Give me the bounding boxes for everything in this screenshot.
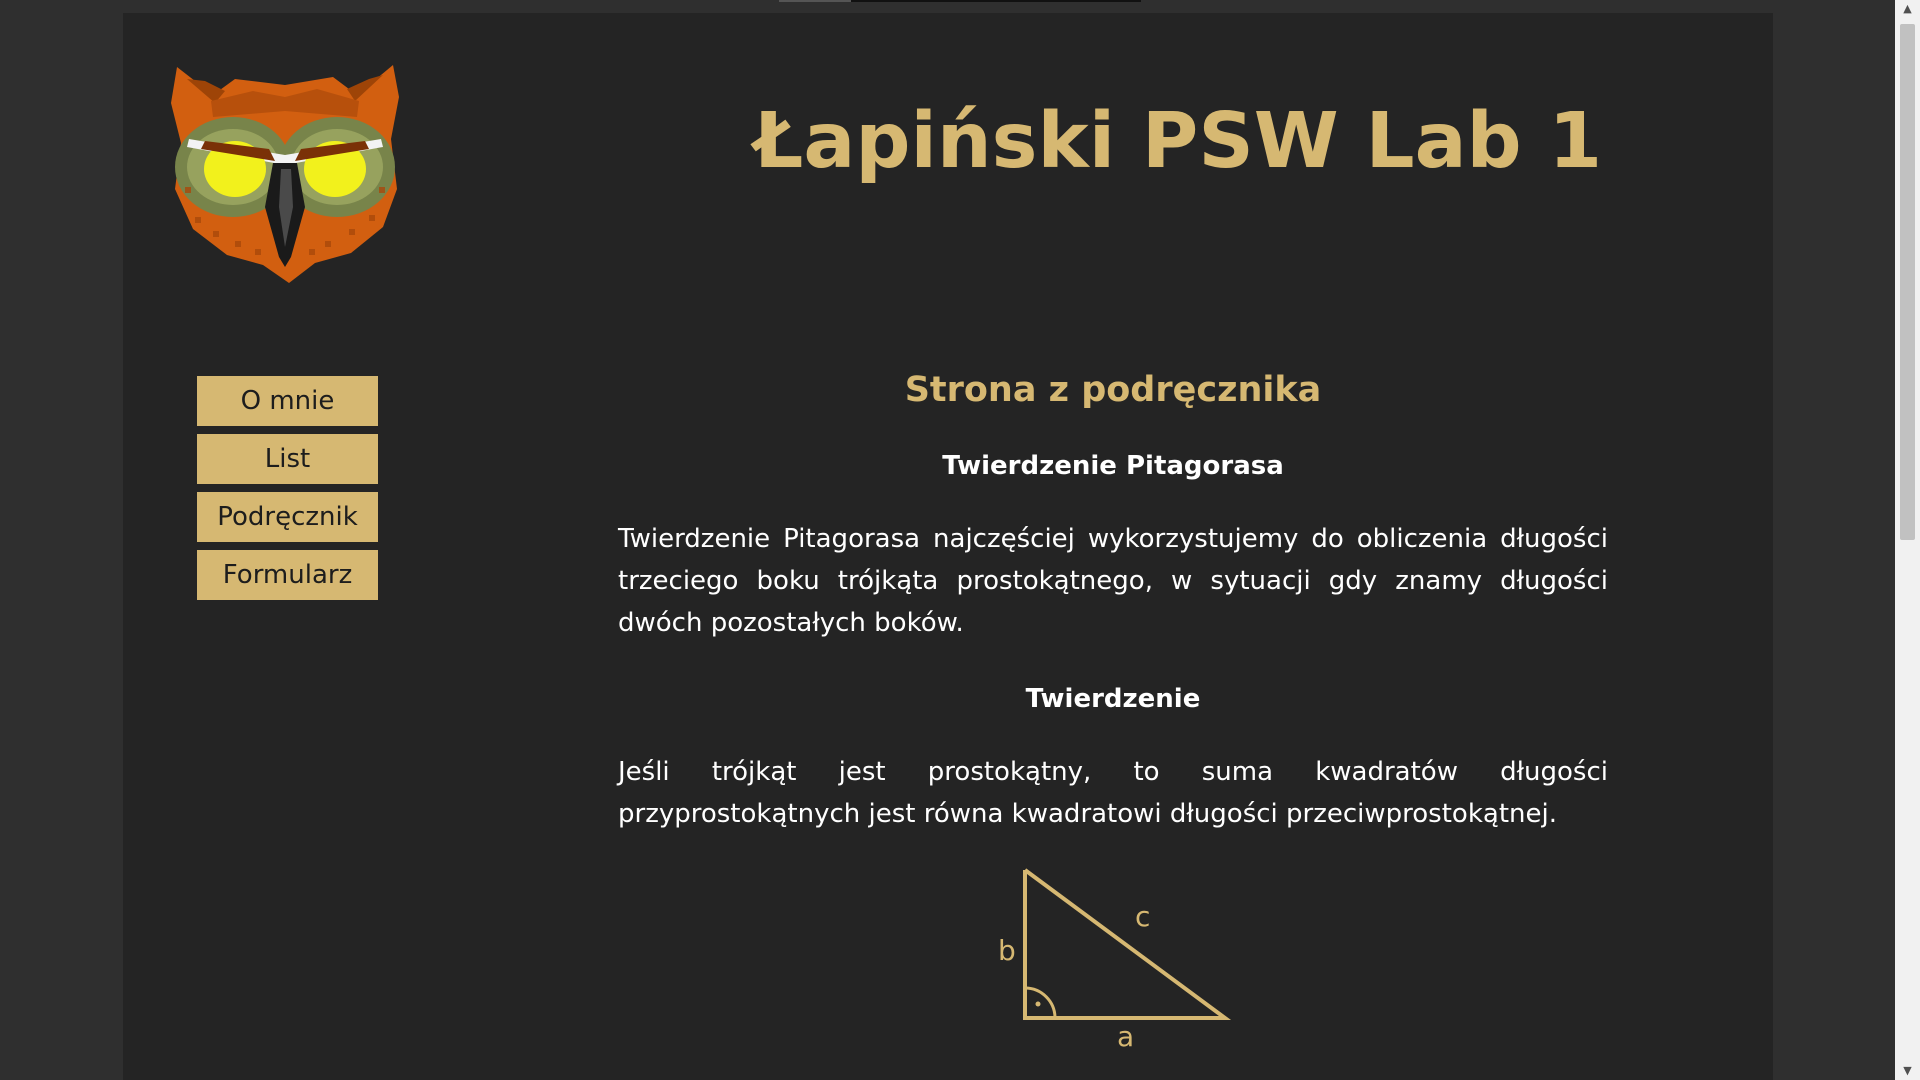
theorem-heading: Twierdzenie Pitagorasa: [942, 451, 1284, 481]
nav-button-list[interactable]: List: [197, 434, 378, 484]
vertical-scrollbar[interactable]: ▲ ▼: [1895, 0, 1920, 1080]
side-label-a: a: [1117, 1020, 1134, 1053]
scroll-down-icon[interactable]: ▼: [1895, 1062, 1920, 1080]
page-container: Łapiński PSW Lab 1 O mnie List Podręczni…: [123, 13, 1773, 1080]
right-triangle-diagram: a b c: [998, 868, 1232, 1053]
side-label-b: b: [998, 934, 1016, 967]
triangle-outline: [1023, 868, 1232, 1020]
scrollbar-thumb[interactable]: [1900, 24, 1915, 540]
nav-button-o-mnie[interactable]: O mnie: [197, 376, 378, 426]
main-nav: O mnie List Podręcznik Formularz: [197, 376, 378, 608]
scroll-up-icon[interactable]: ▲: [1895, 0, 1920, 18]
browser-tab-indicator: [779, 0, 1141, 2]
nav-button-podrecznik[interactable]: Podręcznik: [197, 492, 378, 542]
section-title: Strona z podręcznika: [904, 370, 1322, 410]
main-content: Strona z podręcznika Twierdzenie Pitagor…: [618, 353, 1608, 835]
theorem-subheading: Twierdzenie: [1025, 684, 1201, 715]
theorem-paragraph: Jeśli trójkąt jest prostokątny, to suma …: [618, 757, 1608, 830]
side-label-c: c: [1135, 900, 1150, 933]
nav-button-formularz[interactable]: Formularz: [197, 550, 378, 600]
page-title: Łapiński PSW Lab 1: [753, 97, 1603, 186]
intro-paragraph: Twierdzenie Pitagorasa najczęściej wykor…: [618, 524, 1608, 639]
right-angle-dot: [1035, 1001, 1041, 1007]
owl-head-icon: [171, 65, 399, 283]
